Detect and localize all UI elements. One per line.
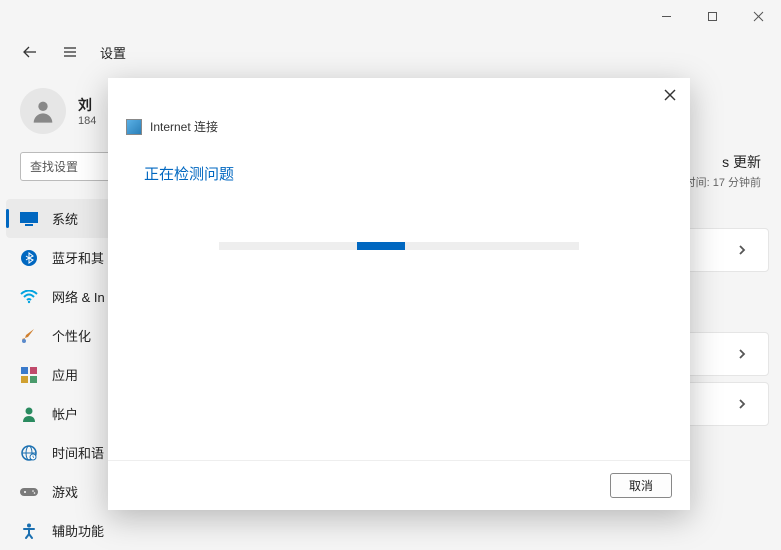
chevron-right-icon xyxy=(736,244,748,256)
sidebar-item-label: 系统 xyxy=(52,209,78,228)
apps-icon xyxy=(20,366,38,384)
window-maximize-button[interactable] xyxy=(689,0,735,32)
window-minimize-button[interactable] xyxy=(643,0,689,32)
user-id: 184 xyxy=(78,115,96,127)
dialog-header: Internet 连接 xyxy=(108,78,690,141)
dialog-close-button[interactable] xyxy=(664,88,676,104)
progress-bar-track xyxy=(219,242,579,250)
sidebar-item-label: 辅助功能 xyxy=(52,521,104,540)
globe-icon xyxy=(20,444,38,462)
system-icon xyxy=(20,210,38,228)
dialog-title: Internet 连接 xyxy=(150,118,218,135)
troubleshooter-dialog: Internet 连接 正在检测问题 取消 xyxy=(108,78,690,510)
menu-button[interactable] xyxy=(60,44,80,60)
dialog-status-text: 正在检测问题 xyxy=(108,141,690,184)
avatar xyxy=(20,88,66,134)
dialog-footer: 取消 xyxy=(108,460,690,510)
progress-bar-indicator xyxy=(357,242,405,250)
account-icon xyxy=(20,405,38,423)
accessibility-icon xyxy=(20,522,38,540)
window-titlebar xyxy=(0,0,781,32)
bluetooth-icon xyxy=(20,249,38,267)
window-close-button[interactable] xyxy=(735,0,781,32)
user-name: 刘 xyxy=(78,95,96,115)
sidebar-item-label: 帐户 xyxy=(52,404,78,423)
chevron-right-icon xyxy=(736,348,748,360)
header: 设置 xyxy=(0,32,781,72)
gaming-icon xyxy=(20,483,38,501)
sidebar-item-label: 应用 xyxy=(52,365,78,384)
brush-icon xyxy=(20,327,38,345)
sidebar-item-label: 时间和语 xyxy=(52,443,104,462)
troubleshooter-icon xyxy=(126,119,142,135)
sidebar-item-label: 蓝牙和其 xyxy=(52,248,104,267)
chevron-right-icon xyxy=(736,398,748,410)
sidebar-item-accessibility[interactable]: 辅助功能 xyxy=(0,511,300,550)
page-title: 设置 xyxy=(100,43,126,62)
cancel-button[interactable]: 取消 xyxy=(610,473,672,498)
back-button[interactable] xyxy=(20,44,40,60)
sidebar-item-label: 游戏 xyxy=(52,482,78,501)
wifi-icon xyxy=(20,288,38,306)
sidebar-item-label: 网络 & In xyxy=(52,287,105,306)
sidebar-item-label: 个性化 xyxy=(52,326,91,345)
